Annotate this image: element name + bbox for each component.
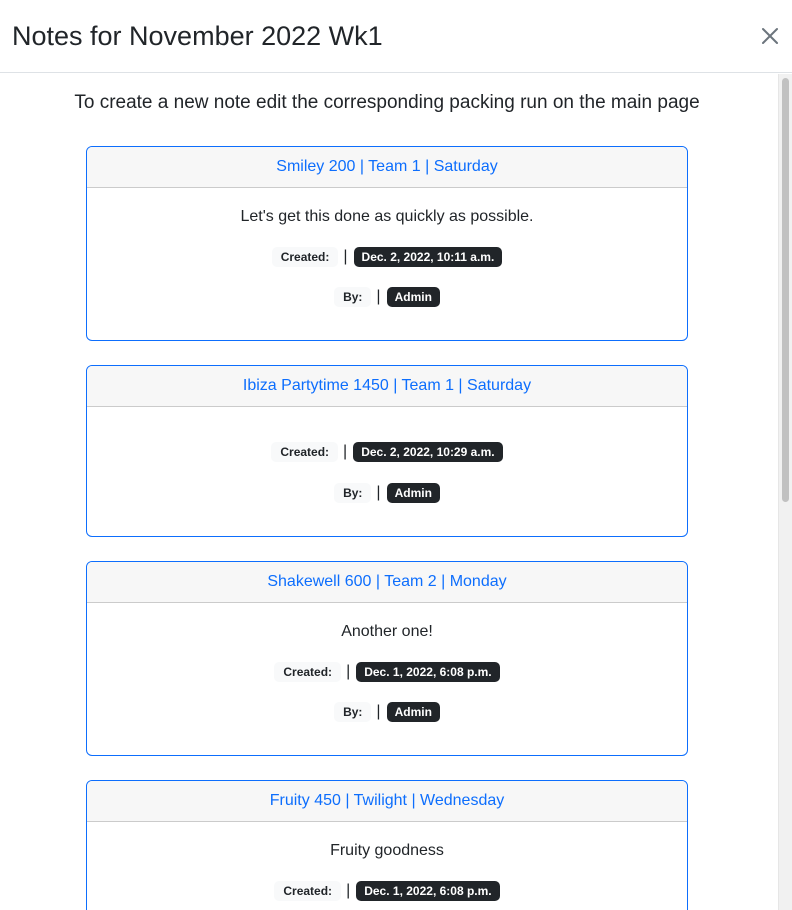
by-row: By: | Admin bbox=[87, 286, 687, 308]
by-row: By: | Admin bbox=[87, 701, 687, 723]
modal-body[interactable]: To create a new note edit the correspond… bbox=[0, 74, 778, 910]
modal-title: Notes for November 2022 Wk1 bbox=[12, 21, 383, 51]
created-date-badge: Dec. 2, 2022, 10:29 a.m. bbox=[353, 442, 503, 462]
created-date-badge: Dec. 1, 2022, 6:08 p.m. bbox=[356, 881, 500, 901]
note-card-heading-link[interactable]: Fruity 450 | Twilight | Wednesday bbox=[87, 781, 687, 822]
note-text: Another one! bbox=[341, 623, 433, 640]
separator: | bbox=[376, 484, 381, 501]
separator: | bbox=[343, 248, 348, 265]
created-row: Created: | Dec. 2, 2022, 10:11 a.m. bbox=[87, 246, 687, 268]
instructions-text: To create a new note edit the correspond… bbox=[74, 92, 700, 113]
note-card: Ibiza Partytime 1450 | Team 1 | Saturday… bbox=[86, 365, 688, 537]
separator: | bbox=[376, 703, 381, 720]
author-badge: Admin bbox=[386, 483, 440, 503]
created-label: Created: bbox=[274, 662, 342, 682]
created-label: Created: bbox=[271, 247, 339, 267]
by-label: By: bbox=[334, 702, 372, 722]
modal-header: Notes for November 2022 Wk1 bbox=[0, 0, 792, 73]
by-row: By: | Admin bbox=[87, 482, 687, 504]
created-row: Created: | Dec. 2, 2022, 10:29 a.m. bbox=[87, 441, 687, 463]
created-label: Created: bbox=[274, 881, 342, 901]
scrollbar-thumb[interactable] bbox=[782, 78, 789, 502]
separator: | bbox=[376, 288, 381, 305]
separator: | bbox=[346, 882, 351, 899]
by-label: By: bbox=[334, 287, 372, 307]
note-text: Fruity goodness bbox=[330, 842, 444, 859]
created-label: Created: bbox=[271, 442, 339, 462]
note-card-heading-link[interactable]: Shakewell 600 | Team 2 | Monday bbox=[87, 562, 687, 603]
note-card-heading-link[interactable]: Smiley 200 | Team 1 | Saturday bbox=[87, 147, 687, 188]
created-date-badge: Dec. 2, 2022, 10:11 a.m. bbox=[353, 247, 503, 267]
author-badge: Admin bbox=[386, 287, 440, 307]
note-card: Shakewell 600 | Team 2 | Monday Another … bbox=[86, 561, 688, 756]
created-row: Created: | Dec. 1, 2022, 6:08 p.m. bbox=[87, 880, 687, 902]
note-card: Fruity 450 | Twilight | Wednesday Fruity… bbox=[86, 780, 688, 910]
created-date-badge: Dec. 1, 2022, 6:08 p.m. bbox=[356, 662, 500, 682]
note-card-heading-link[interactable]: Ibiza Partytime 1450 | Team 1 | Saturday bbox=[87, 366, 687, 407]
note-card: Smiley 200 | Team 1 | Saturday Let's get… bbox=[86, 146, 688, 341]
separator: | bbox=[343, 443, 348, 460]
created-row: Created: | Dec. 1, 2022, 6:08 p.m. bbox=[87, 661, 687, 683]
by-label: By: bbox=[334, 483, 372, 503]
notes-modal: Notes for November 2022 Wk1 To create a … bbox=[0, 0, 792, 910]
vertical-scrollbar[interactable] bbox=[778, 74, 792, 910]
author-badge: Admin bbox=[386, 702, 440, 722]
close-icon bbox=[762, 28, 778, 44]
separator: | bbox=[346, 663, 351, 680]
note-text: Let's get this done as quickly as possib… bbox=[240, 208, 534, 225]
close-button[interactable] bbox=[756, 22, 784, 50]
